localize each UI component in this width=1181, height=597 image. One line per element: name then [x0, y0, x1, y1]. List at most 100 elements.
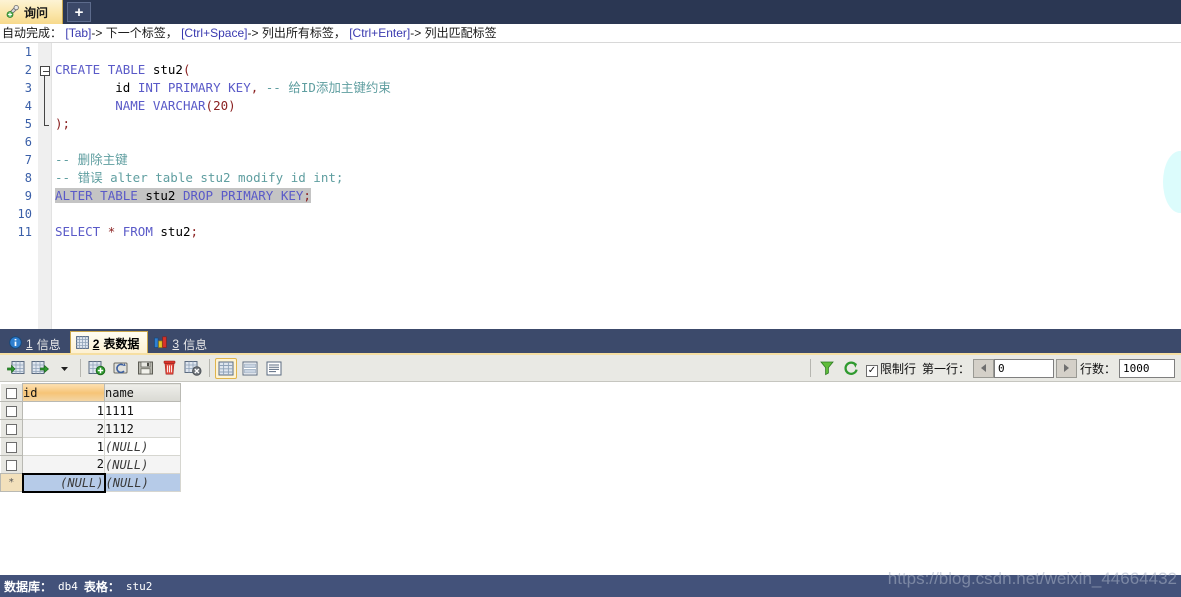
code-token [273, 188, 281, 203]
column-header-name[interactable]: name [104, 383, 181, 402]
grid-view-icon[interactable] [215, 357, 237, 379]
new-row-cell-name[interactable]: (NULL) [104, 473, 181, 492]
row-select-checkbox[interactable] [6, 441, 17, 453]
first-row-input[interactable] [993, 358, 1054, 378]
row-select-checkbox[interactable] [6, 423, 17, 435]
row-select-cell[interactable] [0, 455, 23, 474]
code-line-3[interactable]: id INT PRIMARY KEY, -- 给ID添加主键约束 [52, 79, 1181, 97]
code-line-2[interactable]: CREATE TABLE stu2( [52, 61, 1181, 79]
status-table-value: stu2 [125, 579, 153, 593]
row-select-cell[interactable] [0, 401, 23, 420]
result-tab-1[interactable]: 1 信息 [4, 333, 69, 355]
result-tab-number-2: 2 [92, 336, 100, 351]
code-line-6[interactable] [52, 133, 1181, 151]
first-row-next-button[interactable] [1055, 358, 1077, 378]
hint-text-2: 列出匹配标签 [424, 26, 497, 40]
toolbar-separator-1 [80, 359, 81, 377]
row-select-cell[interactable] [0, 419, 23, 438]
line-number-8: 8 [24, 171, 32, 185]
result-data-grid[interactable]: id name 1 1111 2 1112 1 (NULL) 2 (NULL) * (NULL) (NU… [0, 383, 1181, 575]
cell-name[interactable]: (NULL) [104, 437, 181, 456]
code-token: ; [62, 116, 71, 131]
code-line-10[interactable] [52, 205, 1181, 223]
row-count-input[interactable] [1119, 358, 1175, 378]
code-line-7[interactable]: -- 删除主键 [52, 151, 1181, 169]
cell-name[interactable]: 1112 [104, 419, 181, 438]
table-row[interactable]: 2 1112 [0, 419, 181, 438]
code-token: -- 给ID添加主键约束 [265, 80, 391, 95]
column-header-id[interactable]: id [22, 383, 105, 402]
line-number-6: 6 [24, 135, 32, 149]
code-line-11[interactable]: SELECT * FROM stu2; [52, 223, 1181, 241]
code-line-5[interactable]: ); [52, 115, 1181, 133]
cell-id[interactable]: 1 [22, 437, 105, 456]
refresh-grid-icon[interactable] [182, 358, 204, 379]
cell-id[interactable]: 2 [22, 455, 105, 474]
hint-text-0: 下一个标签， [105, 26, 178, 40]
editor-tab-strip: 询问 + [0, 0, 1181, 24]
hint-key-ctrl-space: [Ctrl+Space] [181, 26, 248, 40]
cell-id[interactable]: 2 [22, 419, 105, 438]
cell-name[interactable]: 1111 [104, 401, 181, 420]
code-text-area[interactable]: CREATE TABLE stu2( id INT PRIMARY KEY, -… [52, 43, 1181, 329]
code-token: PRIMARY [167, 80, 221, 95]
code-token: NAME [115, 98, 146, 113]
row-select-cell[interactable] [0, 437, 23, 456]
code-line-1[interactable] [52, 43, 1181, 61]
autocomplete-hint-bar: 自动完成： [Tab]-> 下一个标签， [Ctrl+Space]-> 列出所有… [0, 24, 1181, 43]
result-tab-bar: 1 信息 2 表数据 3 信息 [0, 329, 1181, 355]
chart-icon [154, 336, 168, 352]
table-row[interactable]: 2 (NULL) [0, 455, 181, 474]
import-wizard-icon[interactable] [5, 358, 27, 379]
hint-text-1: 列出所有标签， [261, 26, 346, 40]
sql-editor[interactable]: 1 2 3 4 5 6 7 8 9 10 11 CREATE TABLE stu2( id INT … [0, 43, 1181, 329]
code-token: DROP [182, 188, 214, 203]
form-view-icon[interactable] [239, 358, 261, 379]
table-row[interactable]: 1 1111 [0, 401, 181, 420]
code-line-8[interactable]: -- 错误 alter table stu2 modify id int; [52, 169, 1181, 187]
code-line-9[interactable]: ALTER TABLE stu2 DROP PRIMARY KEY; [52, 187, 1181, 205]
export-wizard-icon[interactable] [29, 358, 51, 379]
save-record-icon[interactable] [134, 358, 156, 379]
tab-query[interactable]: 询问 [0, 0, 64, 24]
row-select-checkbox[interactable] [6, 405, 17, 417]
add-record-icon[interactable] [86, 358, 108, 379]
status-db-value: db4 [58, 579, 78, 593]
line-number-10: 10 [17, 207, 32, 221]
result-tab-3[interactable]: 3 信息 [149, 333, 216, 355]
grid-toolbar: ✓限制行 第一行： 行数： [0, 355, 1181, 382]
row-count-label: 行数： [1079, 361, 1116, 376]
row-select-checkbox[interactable] [6, 459, 17, 471]
code-line-4[interactable]: NAME VARCHAR(20) [52, 97, 1181, 115]
export-dropdown-icon[interactable] [53, 358, 75, 379]
new-row-marker: * [0, 473, 23, 492]
code-fold-margin[interactable] [38, 43, 52, 329]
first-row-prev-button[interactable] [972, 358, 994, 378]
select-all-checkbox[interactable] [6, 387, 17, 399]
plus-icon: + [74, 3, 84, 21]
code-token: stu2 [152, 62, 183, 77]
select-all-cell[interactable] [0, 383, 23, 402]
filter-icon[interactable] [816, 358, 838, 379]
delete-record-icon[interactable] [158, 358, 180, 379]
new-record-row[interactable]: * (NULL) (NULL) [0, 472, 181, 493]
refresh-icon[interactable] [840, 358, 862, 379]
cell-name[interactable]: (NULL) [104, 455, 181, 474]
apply-changes-icon[interactable] [110, 358, 132, 379]
result-tab-number-1: 1 [26, 337, 33, 351]
text-view-icon[interactable] [263, 358, 285, 379]
code-token: ) [55, 116, 63, 131]
table-row[interactable]: 1 (NULL) [0, 437, 181, 456]
limit-rows-checkbox[interactable]: ✓ 限制行 [865, 360, 916, 377]
code-token: stu2 [145, 188, 176, 203]
fold-collapse-icon[interactable] [40, 66, 50, 76]
limit-rows-checkmark: ✓ [865, 364, 878, 377]
cell-id[interactable]: 1 [22, 401, 105, 420]
new-tab-button[interactable]: + [67, 2, 92, 22]
line-number-3: 3 [24, 81, 32, 95]
result-tab-2[interactable]: 2 表数据 [69, 331, 149, 355]
new-row-cell-id[interactable]: (NULL) [21, 472, 106, 493]
